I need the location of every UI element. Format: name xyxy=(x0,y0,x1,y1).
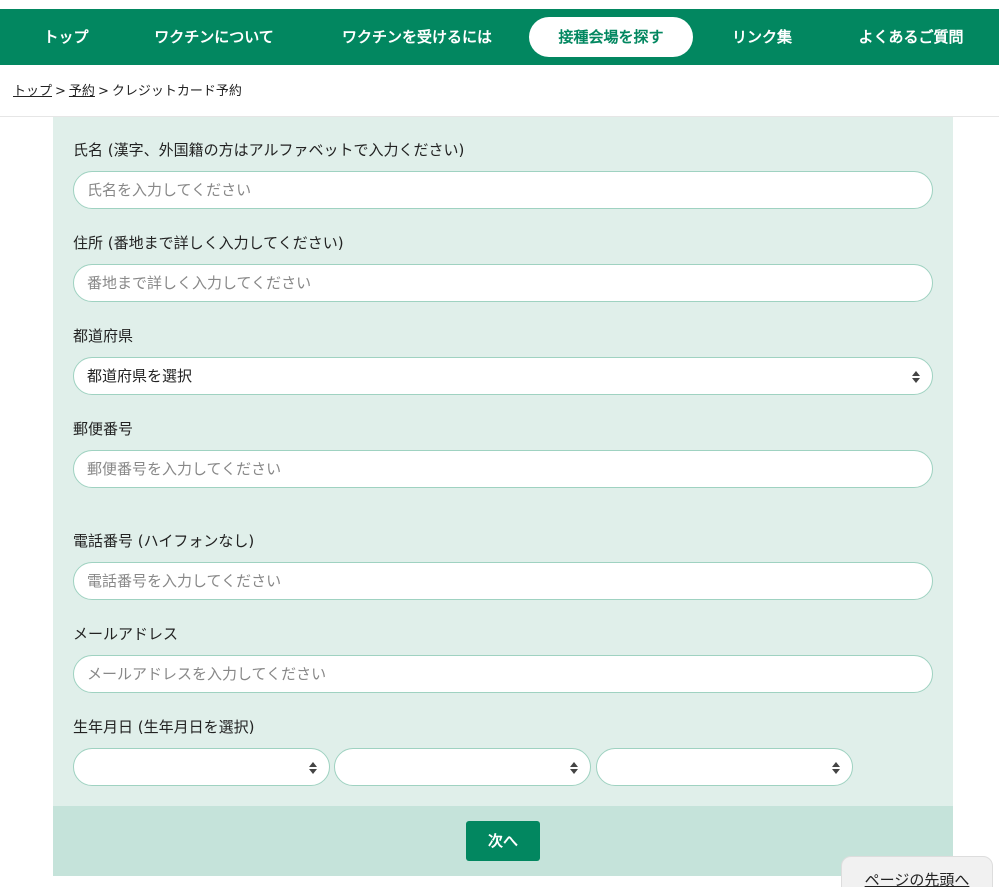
email-input[interactable] xyxy=(73,655,933,693)
nav-item-about-vaccine[interactable]: ワクチンについて xyxy=(134,17,294,57)
postal-label: 郵便番号 xyxy=(73,420,134,438)
phone-label: 電話番号 (ハイフォンなし) xyxy=(73,532,255,550)
dob-day-select[interactable] xyxy=(596,748,853,786)
nav-item-top[interactable]: トップ xyxy=(22,17,110,57)
phone-input[interactable] xyxy=(73,562,933,600)
address-label: 住所 (番地まで詳しく入力してください) xyxy=(73,234,344,252)
select-arrows-icon xyxy=(309,759,317,775)
select-arrows-icon xyxy=(912,368,920,384)
prefecture-select[interactable]: 都道府県を選択 xyxy=(73,357,933,395)
name-input[interactable] xyxy=(73,171,933,209)
email-label: メールアドレス xyxy=(73,625,179,643)
top-strip xyxy=(0,0,999,9)
dob-label: 生年月日 (生年月日を選択) xyxy=(73,718,255,736)
reservation-form: 氏名 (漢字、外国籍の方はアルファベットで入力ください) 住所 (番地まで詳しく… xyxy=(53,117,953,806)
nav-item-faq[interactable]: よくあるご質問 xyxy=(838,17,984,57)
prefecture-label: 都道府県 xyxy=(73,327,134,345)
main-nav: トップ ワクチンについて ワクチンを受けるには 接種会場を探す リンク集 よくあ… xyxy=(0,9,999,65)
select-arrows-icon xyxy=(570,759,578,775)
page-top-button[interactable]: ページの先頭へ xyxy=(841,856,993,887)
breadcrumb-link-top[interactable]: トップ xyxy=(13,84,52,99)
page-top-label: ページの先頭へ xyxy=(864,871,970,887)
breadcrumb-separator: > xyxy=(55,84,66,99)
breadcrumb-separator: > xyxy=(97,84,109,99)
nav-item-links[interactable]: リンク集 xyxy=(714,17,810,57)
name-label: 氏名 (漢字、外国籍の方はアルファベットで入力ください) xyxy=(73,141,465,159)
breadcrumb-link-reservation[interactable]: 予約 xyxy=(69,84,95,99)
dob-month-select[interactable] xyxy=(334,748,591,786)
dob-year-select[interactable] xyxy=(73,748,330,786)
nav-item-find-venue[interactable]: 接種会場を探す xyxy=(529,17,693,57)
select-arrows-icon xyxy=(832,759,840,775)
postal-code-input[interactable] xyxy=(73,450,933,488)
next-button[interactable]: 次へ xyxy=(466,821,540,861)
breadcrumb: トップ > 予約 > クレジットカード予約 xyxy=(13,80,242,99)
breadcrumb-current: クレジットカード予約 xyxy=(111,84,242,99)
address-input[interactable] xyxy=(73,264,933,302)
nav-item-how-to-get-vaccine[interactable]: ワクチンを受けるには xyxy=(320,17,514,57)
prefecture-selected-value: 都道府県を選択 xyxy=(87,367,193,385)
form-footer: 次へ xyxy=(53,806,953,876)
